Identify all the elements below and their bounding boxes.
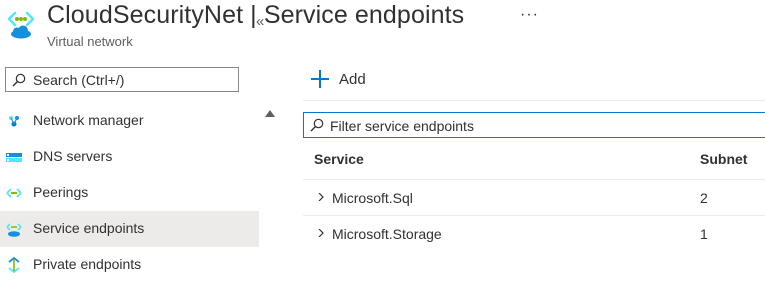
service-endpoints-icon — [6, 223, 22, 237]
scroll-up-arrow-icon[interactable] — [265, 110, 275, 117]
filter-placeholder: Filter service endpoints — [330, 118, 474, 134]
sidebar-item-label: Network manager — [33, 112, 144, 128]
sidebar-item-label: Private endpoints — [33, 256, 142, 272]
page-subtitle: Virtual network — [47, 34, 133, 49]
dns-servers-icon — [6, 153, 22, 162]
table-row[interactable]: Microsoft.Storage 1 — [303, 215, 765, 252]
chevron-right-icon[interactable] — [317, 229, 325, 237]
subnet-count: 1 — [700, 226, 708, 242]
service-name: Microsoft.Sql — [332, 190, 413, 206]
sidebar-item-network-manager[interactable]: Network manager — [0, 103, 259, 139]
table-row[interactable]: Microsoft.Sql 2 — [303, 179, 765, 216]
service-name: Microsoft.Storage — [332, 226, 442, 242]
search-icon — [12, 73, 26, 87]
column-header-service[interactable]: Service — [314, 151, 364, 167]
virtual-network-icon — [7, 11, 35, 39]
private-endpoints-icon — [8, 257, 20, 273]
sidebar-item-dns-servers[interactable]: DNS servers — [0, 139, 259, 175]
sidebar-item-label: DNS servers — [33, 148, 113, 164]
sidebar-item-private-endpoints[interactable]: Private endpoints — [0, 247, 259, 283]
sidebar-item-label: Service endpoints — [33, 220, 145, 236]
filter-input[interactable]: Filter service endpoints — [303, 112, 765, 138]
plus-icon — [311, 70, 329, 88]
search-icon — [310, 118, 324, 132]
network-manager-icon — [9, 116, 19, 127]
resource-menu: Search (Ctrl+/) Network manager DNS serv… — [0, 58, 259, 280]
peerings-icon — [6, 188, 22, 198]
chevron-right-icon[interactable] — [317, 193, 325, 201]
collapse-menu-button[interactable]: « — [256, 13, 264, 30]
page-header: CloudSecurityNet | Service endpoints Vir… — [0, 0, 765, 58]
more-options-button[interactable]: ··· — [520, 6, 539, 24]
toolbar-divider — [303, 100, 765, 101]
sidebar-item-label: Peerings — [33, 184, 89, 200]
column-header-subnet[interactable]: Subnet — [700, 151, 747, 167]
add-button-label: Add — [339, 71, 366, 88]
menu-search-input[interactable]: Search (Ctrl+/) — [5, 67, 239, 92]
menu-search-placeholder: Search (Ctrl+/) — [33, 72, 125, 88]
sidebar-item-peerings[interactable]: Peerings — [0, 175, 259, 211]
sidebar-item-service-endpoints[interactable]: Service endpoints — [0, 211, 259, 247]
subnet-count: 2 — [700, 190, 708, 206]
